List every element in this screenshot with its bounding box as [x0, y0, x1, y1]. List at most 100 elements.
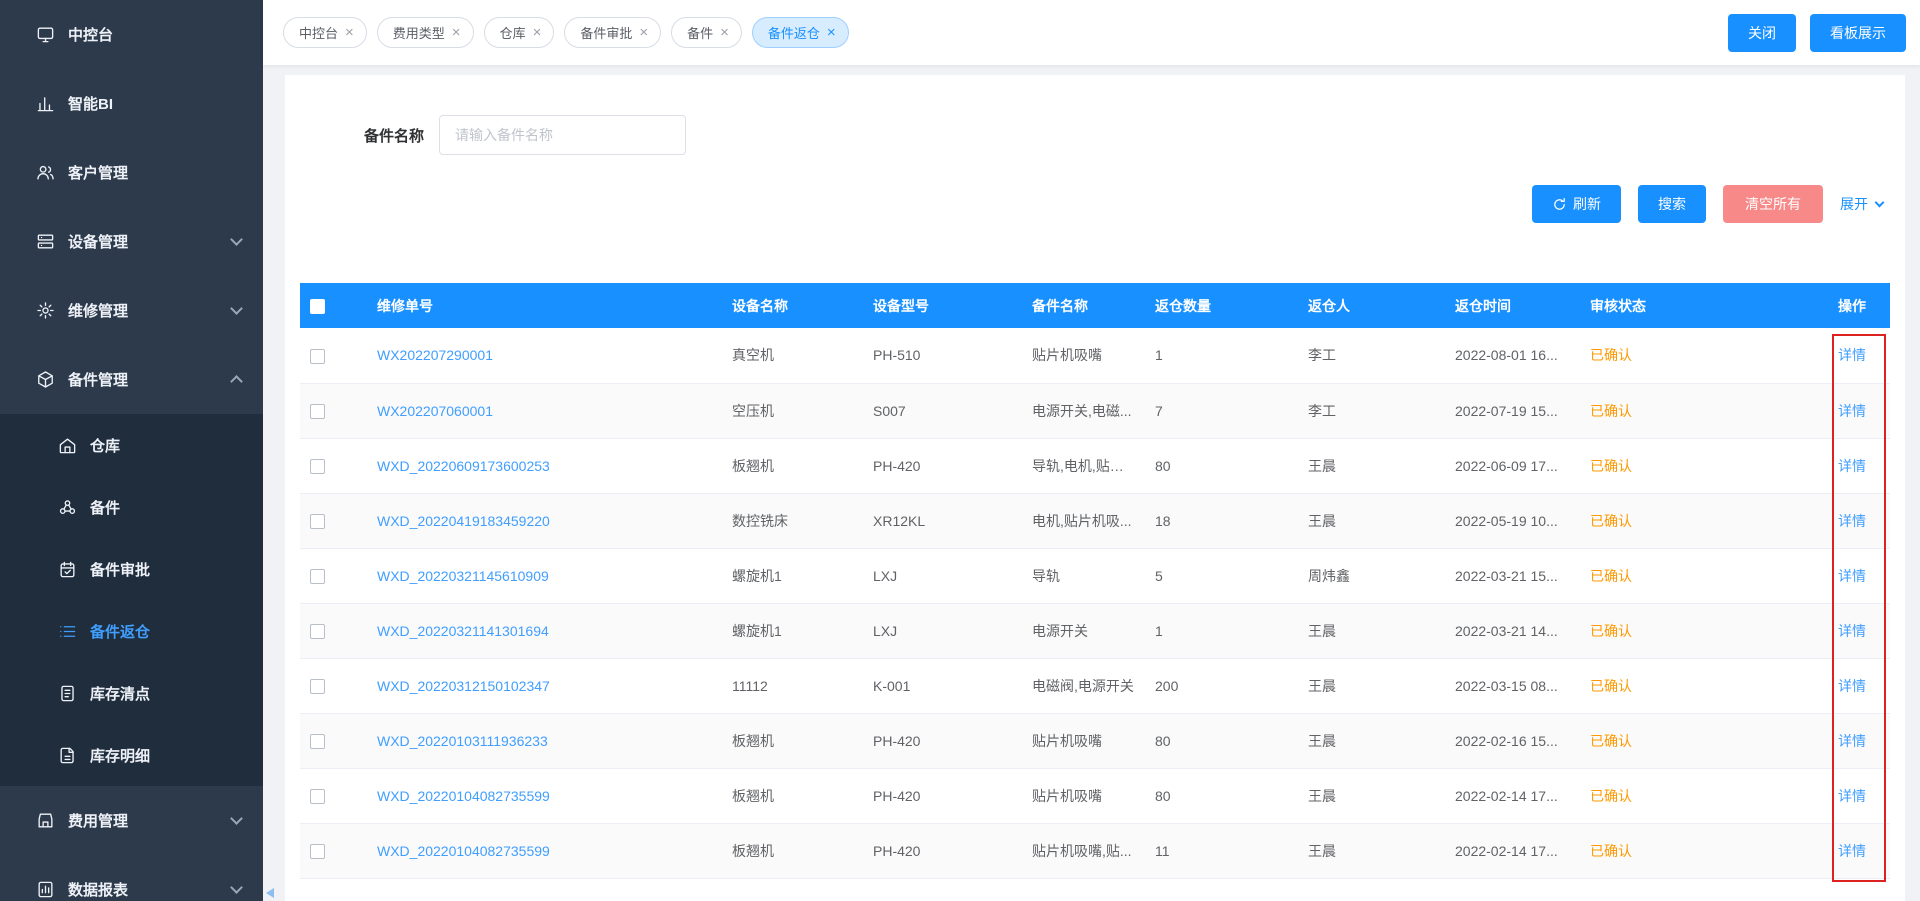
detail-link[interactable]: 详情 [1838, 678, 1866, 694]
close-button[interactable]: 关闭 [1728, 14, 1796, 52]
detail-link[interactable]: 详情 [1838, 623, 1866, 639]
expand-toggle[interactable]: 展开 [1840, 194, 1883, 214]
part-name: 电源开关 [1032, 623, 1088, 639]
board-display-button[interactable]: 看板展示 [1810, 14, 1906, 52]
parts-icon [58, 498, 77, 517]
clear-all-button[interactable]: 清空所有 [1723, 185, 1823, 223]
part-name: 贴片机吸嘴 [1032, 733, 1102, 749]
scrollbar-left-arrow[interactable] [266, 888, 274, 898]
sidebar-item-cost[interactable]: 费用管理 [0, 786, 263, 855]
order-link[interactable]: WXD_20220104082735599 [377, 788, 550, 804]
sidebar-item-return[interactable]: 备件返仓 [0, 600, 263, 662]
detail-link[interactable]: 详情 [1838, 458, 1866, 474]
order-link[interactable]: WXD_20220312150102347 [377, 678, 550, 694]
close-icon[interactable]: × [827, 25, 836, 40]
row-checkbox[interactable] [310, 459, 325, 474]
row-checkbox[interactable] [310, 679, 325, 694]
return-qty: 18 [1155, 513, 1171, 529]
tab-warehouse[interactable]: 仓库× [484, 17, 555, 48]
column-header: 备件名称 [1022, 283, 1145, 328]
sidebar-item-warehouse[interactable]: 仓库 [0, 414, 263, 476]
sidebar-item-label: 备件审批 [90, 559, 150, 580]
row-checkbox[interactable] [310, 789, 325, 804]
row-checkbox[interactable] [310, 514, 325, 529]
table-row: WXD_20220609173600253板翘机PH-420导轨,电机,贴片..… [300, 438, 1890, 493]
select-all-checkbox[interactable] [310, 299, 325, 314]
part-name-input[interactable] [439, 115, 686, 155]
order-link[interactable]: WXD_20220103111936233 [377, 733, 548, 749]
sidebar-item-label: 中控台 [68, 24, 113, 45]
status-badge: 已确认 [1590, 347, 1632, 363]
chevron-up-icon [230, 375, 243, 388]
order-link[interactable]: WXD_20220321145610909 [377, 568, 549, 584]
detail-link[interactable]: 详情 [1838, 843, 1866, 859]
devices-icon [36, 232, 55, 251]
tab-return[interactable]: 备件返仓× [752, 17, 849, 48]
detail-link[interactable]: 详情 [1838, 568, 1866, 584]
order-link[interactable]: WXD_20220609173600253 [377, 458, 550, 474]
tab-console[interactable]: 中控台× [283, 17, 367, 48]
row-checkbox[interactable] [310, 734, 325, 749]
sidebar-item-console[interactable]: 中控台 [0, 0, 263, 69]
row-checkbox[interactable] [310, 844, 325, 859]
repair-icon [36, 301, 55, 320]
order-link[interactable]: WX202207060001 [377, 403, 493, 419]
sidebar-item-bi[interactable]: 智能BI [0, 69, 263, 138]
close-icon[interactable]: × [533, 25, 542, 40]
order-link[interactable]: WXD_20220419183459220 [377, 513, 550, 529]
device-name: 真空机 [732, 347, 774, 363]
sidebar-item-label: 备件返仓 [90, 621, 150, 642]
tab-approval[interactable]: 备件审批× [564, 17, 661, 48]
tab-parts[interactable]: 备件× [671, 17, 742, 48]
detail-link[interactable]: 详情 [1838, 513, 1866, 529]
status-badge: 已确认 [1590, 678, 1632, 694]
detail-link[interactable]: 详情 [1838, 788, 1866, 804]
row-checkbox[interactable] [310, 349, 325, 364]
return-time: 2022-06-09 17... [1455, 458, 1558, 474]
order-link[interactable]: WXD_20220321141301694 [377, 623, 549, 639]
return-qty: 5 [1155, 568, 1163, 584]
table-header-row: 维修单号设备名称设备型号备件名称返仓数量返仓人返仓时间审核状态操作 [300, 283, 1890, 328]
sidebar-item-customers[interactable]: 客户管理 [0, 138, 263, 207]
sidebar-item-devices[interactable]: 设备管理 [0, 207, 263, 276]
table-row: WX202207060001空压机S007电源开关,电磁...7李工2022-0… [300, 383, 1890, 438]
device-name: 空压机 [732, 403, 774, 419]
close-icon[interactable]: × [720, 25, 729, 40]
order-link[interactable]: WXD_20220104082735599 [377, 843, 550, 859]
column-header: 返仓时间 [1445, 283, 1580, 328]
status-badge: 已确认 [1590, 403, 1632, 419]
part-name: 贴片机吸嘴 [1032, 788, 1102, 804]
sidebar-item-spareparts[interactable]: 备件管理 [0, 345, 263, 414]
order-link[interactable]: WX202207290001 [377, 347, 493, 363]
row-checkbox[interactable] [310, 569, 325, 584]
close-icon[interactable]: × [639, 25, 648, 40]
cost-icon [36, 811, 55, 830]
close-icon[interactable]: × [452, 25, 461, 40]
detail-link[interactable]: 详情 [1838, 733, 1866, 749]
row-checkbox[interactable] [310, 624, 325, 639]
sidebar-item-parts[interactable]: 备件 [0, 476, 263, 538]
refresh-button[interactable]: 刷新 [1532, 185, 1621, 223]
detail-link[interactable]: 详情 [1838, 347, 1866, 363]
table-row: WXD_20220103111936233板翘机PH-420贴片机吸嘴80王晨2… [300, 713, 1890, 768]
return-time: 2022-08-01 16... [1455, 347, 1558, 363]
return-person: 王晨 [1308, 458, 1336, 474]
expand-label: 展开 [1840, 194, 1868, 214]
status-badge: 已确认 [1590, 568, 1632, 584]
sidebar-item-repair[interactable]: 维修管理 [0, 276, 263, 345]
return-qty: 80 [1155, 788, 1171, 804]
column-header: 返仓数量 [1145, 283, 1298, 328]
close-icon[interactable]: × [345, 25, 354, 40]
return-icon [58, 622, 77, 641]
detail-link[interactable]: 详情 [1838, 403, 1866, 419]
tab-cost-type[interactable]: 费用类型× [377, 17, 474, 48]
sidebar-item-approval[interactable]: 备件审批 [0, 538, 263, 600]
search-button[interactable]: 搜索 [1638, 185, 1706, 223]
approval-icon [58, 560, 77, 579]
sidebar-item-report[interactable]: 数据报表 [0, 855, 263, 901]
part-name: 贴片机吸嘴 [1032, 347, 1102, 363]
device-model: LXJ [873, 568, 897, 584]
row-checkbox[interactable] [310, 404, 325, 419]
sidebar-item-inventory-check[interactable]: 库存清点 [0, 662, 263, 724]
sidebar-item-inventory-detail[interactable]: 库存明细 [0, 724, 263, 786]
